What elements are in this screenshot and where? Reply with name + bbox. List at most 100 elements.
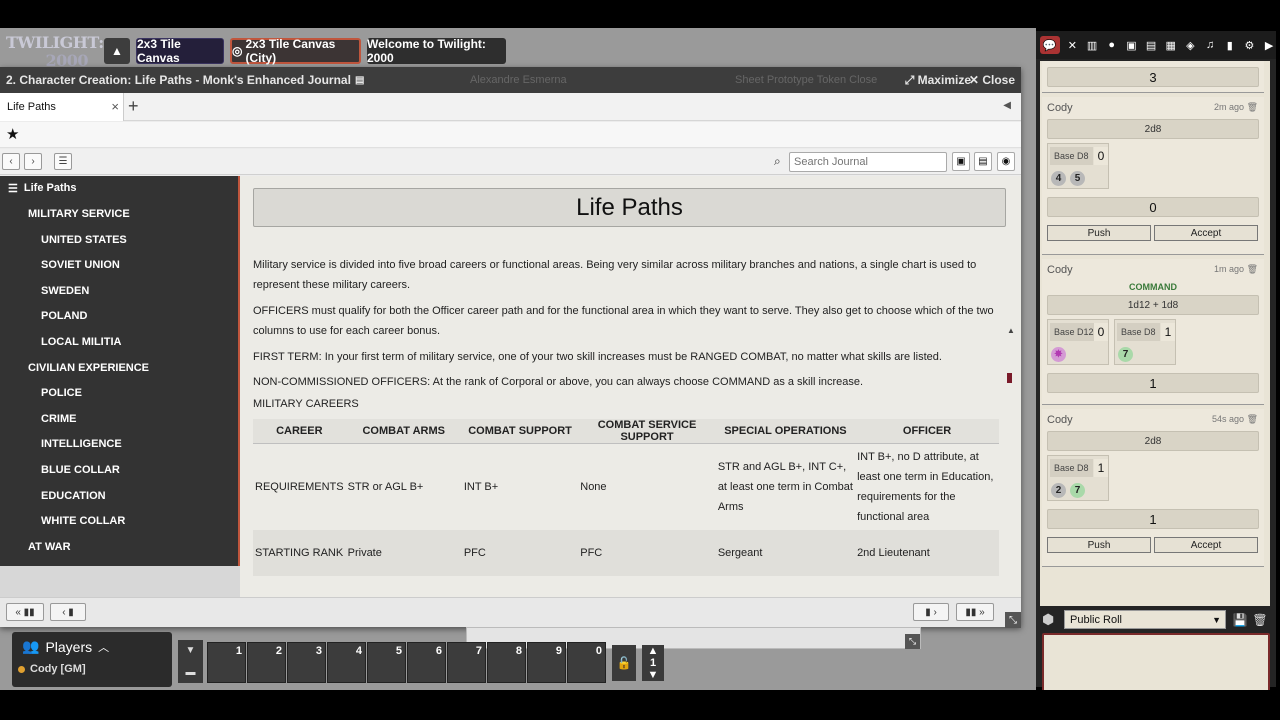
chat-icon[interactable]: 💬 bbox=[1040, 36, 1060, 54]
items-icon[interactable]: ▣ bbox=[1125, 38, 1139, 52]
directory-item[interactable]: BLUE COLLAR bbox=[41, 460, 120, 480]
paragraph: NON-COMMISSIONED OFFICERS: At the rank o… bbox=[253, 376, 864, 388]
list-icon: ☰ bbox=[58, 156, 68, 167]
players-header[interactable]: 👥 Players ︿ bbox=[22, 638, 109, 655]
expand-icon: ⤢ bbox=[904, 72, 915, 87]
map-icon[interactable]: ▥ bbox=[1085, 38, 1099, 52]
pool-label: Base D8 bbox=[1050, 459, 1093, 477]
next-page-button[interactable]: ▮ › bbox=[913, 603, 949, 621]
settings-icon[interactable]: ⚙ bbox=[1243, 38, 1257, 52]
player-entry[interactable]: Cody [GM] bbox=[18, 663, 86, 675]
table-cell: STARTING RANK bbox=[253, 529, 346, 576]
d20-icon[interactable]: ⬢ bbox=[1042, 611, 1054, 628]
tab-life-paths[interactable]: Life Paths × bbox=[0, 93, 124, 121]
last-page-button[interactable]: ▮▮ » bbox=[956, 603, 994, 621]
collapse-navigation-button[interactable]: ▲ bbox=[104, 38, 130, 64]
resize-handle-icon[interactable]: ⤡ bbox=[905, 634, 920, 649]
caret-up-icon[interactable]: ▲ bbox=[648, 645, 659, 657]
trash-icon[interactable]: 🗑 bbox=[1247, 414, 1258, 424]
directory-item[interactable]: AT WAR bbox=[28, 537, 71, 557]
macro-slot[interactable]: 1 bbox=[207, 642, 246, 683]
copy-icon[interactable]: ▤ bbox=[355, 75, 364, 86]
scrollbar-thumb[interactable] bbox=[1007, 373, 1012, 383]
pool-label: Base D12 bbox=[1050, 323, 1098, 341]
chat-log[interactable]: 3 Cody 2m ago 🗑 2d8 Base D8 0 4 5 0 Push… bbox=[1040, 61, 1270, 606]
table-cell: STR or AGL B+ bbox=[345, 443, 462, 530]
copy-page-button[interactable]: ▣ bbox=[952, 152, 970, 171]
cards-icon[interactable]: ◈ bbox=[1184, 38, 1198, 52]
macro-slot[interactable]: 5 bbox=[367, 642, 406, 683]
scroll-up-icon[interactable]: ▲ bbox=[1007, 326, 1015, 335]
macro-slot[interactable]: 4 bbox=[327, 642, 366, 683]
directory-item[interactable]: MILITARY SERVICE bbox=[28, 204, 130, 224]
trash-icon[interactable]: 🗑 bbox=[1247, 264, 1258, 274]
table-cell: Private bbox=[345, 529, 462, 576]
directory-item[interactable]: EDUCATION bbox=[41, 486, 106, 506]
directory-item[interactable]: CRIME bbox=[41, 409, 76, 429]
table-header: CAREER bbox=[253, 419, 346, 444]
macro-slot[interactable]: 3 bbox=[287, 642, 326, 683]
folder-icon[interactable]: ▬ bbox=[186, 667, 196, 678]
compendium-icon[interactable]: ▮ bbox=[1223, 38, 1237, 52]
accept-button[interactable]: Accept bbox=[1154, 225, 1258, 241]
macro-slot[interactable]: 9 bbox=[527, 642, 566, 683]
new-page-button[interactable]: ▤ bbox=[974, 152, 992, 171]
macro-slot[interactable]: 6 bbox=[407, 642, 446, 683]
resize-handle-icon[interactable]: ⤡ bbox=[1005, 612, 1021, 628]
background-window-controls: Sheet Prototype Token Close bbox=[735, 74, 878, 86]
accept-button[interactable]: Accept bbox=[1154, 537, 1258, 553]
first-page-button[interactable]: « ▮▮ bbox=[6, 603, 44, 621]
macro-slot[interactable]: 8 bbox=[487, 642, 526, 683]
journal-title-bar[interactable]: 2. Character Creation: Life Paths - Monk… bbox=[0, 67, 1021, 93]
macro-slot[interactable]: 2 bbox=[247, 642, 286, 683]
scene-tab-tile-canvas[interactable]: 2x3 Tile Canvas bbox=[136, 37, 224, 65]
directory-item[interactable]: CIVILIAN EXPERIENCE bbox=[28, 358, 149, 378]
caret-down-icon[interactable]: ▼ bbox=[648, 669, 659, 681]
macro-slot[interactable]: 0 bbox=[567, 642, 606, 683]
add-tab-button[interactable]: + bbox=[128, 96, 139, 117]
journal-icon[interactable]: ▤ bbox=[1144, 38, 1158, 52]
music-icon[interactable]: ♫ bbox=[1203, 38, 1217, 52]
macro-page-selector[interactable]: ▲ 1 ▼ bbox=[642, 645, 664, 681]
clear-log-button[interactable]: 🗑 bbox=[1252, 611, 1268, 628]
trash-icon[interactable]: 🗑 bbox=[1247, 102, 1258, 112]
star-icon[interactable]: ★ bbox=[6, 125, 19, 143]
directory-item[interactable]: SWEDEN bbox=[41, 281, 89, 301]
search-input[interactable] bbox=[789, 152, 947, 172]
scene-tab-tile-canvas-city[interactable]: ◎ 2x3 Tile Canvas (City) bbox=[230, 37, 361, 65]
push-button[interactable]: Push bbox=[1047, 537, 1151, 553]
collapse-sidebar-icon[interactable]: ▶ bbox=[1262, 38, 1276, 52]
back-button[interactable]: ‹ bbox=[2, 153, 20, 170]
forward-button[interactable]: › bbox=[24, 153, 42, 170]
table-cell: Sergeant bbox=[715, 529, 856, 576]
toggle-directory-button[interactable]: ☰ bbox=[54, 153, 72, 170]
sidebar-panel: 💬 ✕ ▥ ● ▣ ▤ ▦ ◈ ♫ ▮ ⚙ ▶ 3 Cody 2m ago 🗑 … bbox=[1036, 31, 1276, 713]
macro-slot[interactable]: 7 bbox=[447, 642, 486, 683]
roll-mode-select[interactable]: Public Roll ▼ bbox=[1064, 610, 1226, 629]
directory-item[interactable]: POLAND bbox=[41, 306, 87, 326]
directory-root[interactable]: ☰ Life Paths bbox=[8, 178, 76, 198]
directory-item[interactable]: POLICE bbox=[41, 383, 82, 403]
push-button[interactable]: Push bbox=[1047, 225, 1151, 241]
double-chevron-right-icon: ▮▮ » bbox=[965, 606, 985, 618]
lock-macro-bar-button[interactable]: 🔓 bbox=[612, 645, 636, 681]
directory-item[interactable]: LOCAL MILITIA bbox=[41, 332, 121, 352]
close-button[interactable]: ✕ Close bbox=[969, 73, 1015, 87]
combat-icon[interactable]: ✕ bbox=[1066, 38, 1080, 52]
directory-item[interactable]: SOVIET UNION bbox=[41, 255, 120, 275]
players-panel[interactable]: 👥 Players ︿ Cody [GM] bbox=[12, 632, 172, 687]
journal-search: ⌕ bbox=[774, 152, 950, 172]
caret-down-icon[interactable]: ▼ bbox=[186, 645, 196, 656]
directory-item[interactable]: WHITE COLLAR bbox=[41, 511, 125, 531]
export-log-button[interactable]: 💾 bbox=[1232, 611, 1248, 628]
directory-item[interactable]: INTELLIGENCE bbox=[41, 434, 122, 454]
tables-icon[interactable]: ▦ bbox=[1164, 38, 1178, 52]
show-players-button[interactable]: ◉ bbox=[997, 152, 1015, 171]
directory-item[interactable]: UNITED STATES bbox=[41, 230, 127, 250]
previous-page-button[interactable]: ‹ ▮ bbox=[50, 603, 86, 621]
maximize-button[interactable]: ⤢ Maximize bbox=[905, 73, 971, 88]
actors-icon[interactable]: ● bbox=[1105, 38, 1119, 52]
tab-close-icon[interactable]: × bbox=[111, 99, 119, 114]
scene-tab-welcome[interactable]: Welcome to Twilight: 2000 bbox=[367, 37, 506, 65]
collapse-sidebar-icon[interactable]: ◀ bbox=[1003, 100, 1011, 111]
